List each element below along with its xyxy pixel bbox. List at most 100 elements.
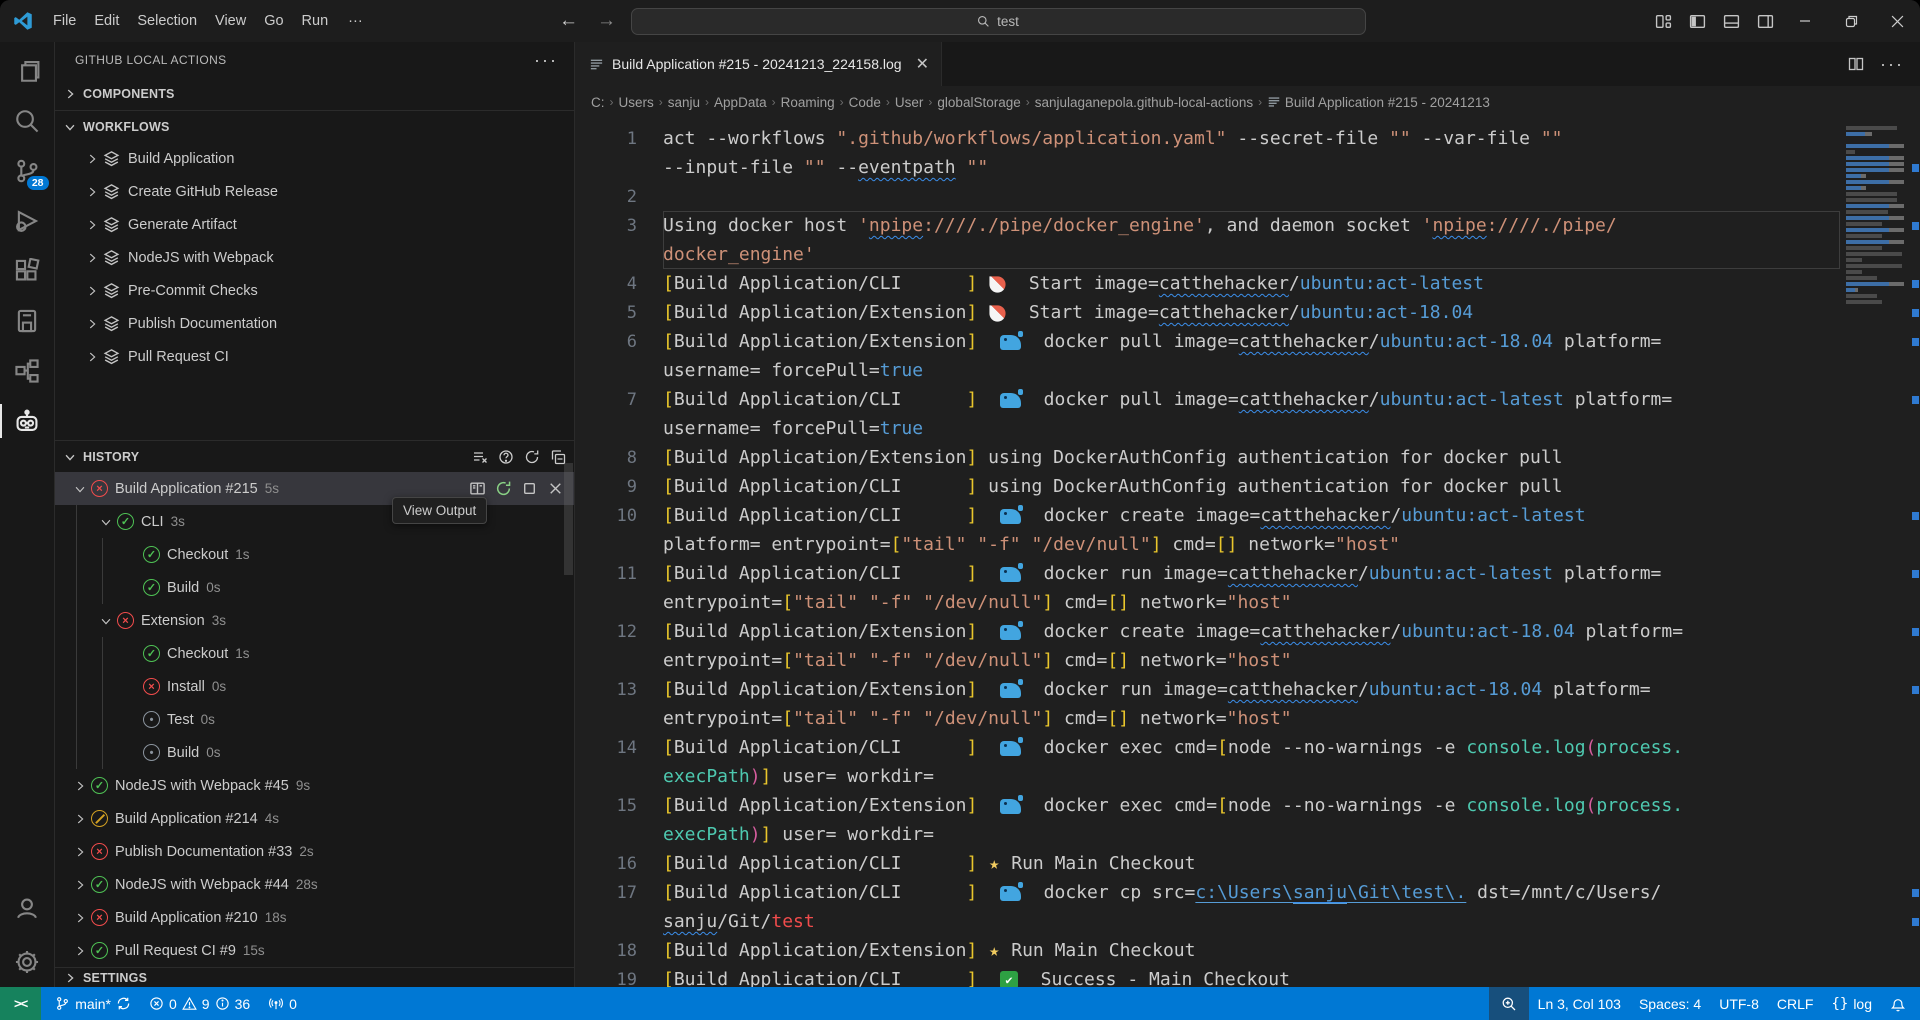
- workflow-item[interactable]: Pull Request CI: [55, 340, 574, 373]
- stop-icon[interactable]: [521, 480, 538, 497]
- toggle-sidebar-icon[interactable]: [1680, 6, 1714, 36]
- remote-indicator[interactable]: ><: [0, 987, 41, 1020]
- history-row[interactable]: ×Build Application #21018s: [55, 901, 574, 934]
- workflow-item[interactable]: Publish Documentation: [55, 307, 574, 340]
- workflow-item[interactable]: Pre-Commit Checks: [55, 274, 574, 307]
- encoding-status[interactable]: UTF-8: [1710, 987, 1768, 1020]
- file-path-link[interactable]: \Git\test\.: [1347, 882, 1466, 903]
- help-icon[interactable]: [498, 449, 514, 465]
- section-settings[interactable]: SETTINGS: [55, 967, 574, 987]
- activity-run-debug[interactable]: [0, 196, 55, 246]
- section-components[interactable]: COMPONENTS: [55, 78, 574, 110]
- command-center-search[interactable]: test: [631, 8, 1366, 35]
- breadcrumb-item[interactable]: sanju: [668, 95, 700, 110]
- activity-remote-explorer[interactable]: [0, 296, 55, 346]
- breadcrumb-item[interactable]: Code: [849, 95, 881, 110]
- menu-view[interactable]: View: [206, 8, 255, 34]
- history-row[interactable]: ✓CLI3s: [55, 505, 574, 538]
- history-row[interactable]: ✓NodeJS with Webpack #4428s: [55, 868, 574, 901]
- nav-back-icon[interactable]: ←: [555, 10, 583, 32]
- cursor-position[interactable]: Ln 3, Col 103: [1529, 987, 1630, 1020]
- menu-edit[interactable]: Edit: [85, 8, 128, 34]
- workflow-item[interactable]: Build Application: [55, 142, 574, 175]
- sidebar-more-actions-icon[interactable]: ···: [534, 50, 558, 71]
- refresh-icon[interactable]: [524, 449, 540, 465]
- chev-right-icon[interactable]: [69, 808, 91, 830]
- menu-file[interactable]: File: [44, 8, 85, 34]
- menu-run[interactable]: Run: [293, 8, 338, 34]
- workflow-item[interactable]: NodeJS with Webpack: [55, 241, 574, 274]
- breadcrumb-item[interactable]: C:: [591, 95, 605, 110]
- breadcrumb-item[interactable]: globalStorage: [937, 95, 1020, 110]
- nav-forward-icon[interactable]: →: [593, 10, 621, 32]
- clear-history-icon[interactable]: [472, 449, 488, 465]
- toggle-panel-icon[interactable]: [1714, 6, 1748, 36]
- tab-log-file[interactable]: Build Application #215 - 20241213_224158…: [575, 42, 942, 86]
- section-history[interactable]: HISTORY: [55, 440, 574, 472]
- activity-source-control[interactable]: 28: [0, 146, 55, 196]
- branch-status[interactable]: main*: [41, 987, 140, 1020]
- toggle-secondary-sidebar-icon[interactable]: [1748, 6, 1782, 36]
- history-row[interactable]: ×Extension3s: [55, 604, 574, 637]
- problems-status[interactable]: 0 9 36: [140, 987, 259, 1020]
- menu-more[interactable]: ···: [339, 8, 372, 34]
- notifications-bell-icon[interactable]: [1881, 987, 1920, 1020]
- chev-right-icon[interactable]: [69, 907, 91, 929]
- file-path-link[interactable]: sanju: [1293, 882, 1347, 904]
- close-window-button[interactable]: [1874, 0, 1920, 42]
- chev-down-icon[interactable]: [69, 478, 91, 500]
- ports-status[interactable]: 0: [259, 987, 306, 1020]
- history-row[interactable]: ✓Build0s: [55, 571, 574, 604]
- tab-close-icon[interactable]: ✕: [916, 54, 929, 74]
- zoom-indicator[interactable]: [1489, 987, 1529, 1020]
- menu-selection[interactable]: Selection: [128, 8, 206, 34]
- history-row[interactable]: ×Publish Documentation #332s: [55, 835, 574, 868]
- chev-right-icon[interactable]: [69, 874, 91, 896]
- breadcrumb-item[interactable]: sanjulaganepola.github-local-actions: [1035, 95, 1253, 110]
- activity-explorer[interactable]: [0, 46, 55, 96]
- rerun-icon[interactable]: [495, 480, 512, 497]
- eol-status[interactable]: CRLF: [1768, 987, 1823, 1020]
- minimap[interactable]: [1846, 126, 1904, 306]
- customize-layout-icon[interactable]: [1646, 6, 1680, 36]
- breadcrumb-item[interactable]: User: [895, 95, 924, 110]
- dismiss-icon[interactable]: [547, 480, 564, 497]
- sidebar-scrollbar[interactable]: [564, 463, 573, 575]
- editor-more-actions-icon[interactable]: ···: [1880, 54, 1904, 75]
- history-row[interactable]: Build Application #2144s: [55, 802, 574, 835]
- history-row[interactable]: ✓Checkout1s: [55, 538, 574, 571]
- breadcrumb-item[interactable]: Users: [619, 95, 654, 110]
- activity-accounts[interactable]: [0, 883, 55, 933]
- minimize-button[interactable]: [1782, 0, 1828, 42]
- view-output-icon[interactable]: [469, 480, 486, 497]
- history-row[interactable]: ✓Pull Request CI #915s: [55, 934, 574, 967]
- chev-down-icon[interactable]: [95, 511, 117, 533]
- chev-right-icon[interactable]: [69, 940, 91, 962]
- menu-go[interactable]: Go: [255, 8, 292, 34]
- history-row[interactable]: ✓Checkout1s: [55, 637, 574, 670]
- chev-down-icon[interactable]: [95, 610, 117, 632]
- activity-settings[interactable]: [0, 937, 55, 987]
- activity-extensions[interactable]: [0, 246, 55, 296]
- breadcrumb-item[interactable]: AppData: [714, 95, 767, 110]
- overview-ruler[interactable]: [1911, 118, 1920, 987]
- section-workflows[interactable]: WORKFLOWS: [55, 110, 574, 142]
- workflow-item[interactable]: Generate Artifact: [55, 208, 574, 241]
- history-row[interactable]: ×Build Application #2155s: [55, 472, 574, 505]
- activity-containers[interactable]: [0, 346, 55, 396]
- split-editor-icon[interactable]: [1848, 56, 1864, 72]
- history-row[interactable]: ✓NodeJS with Webpack #459s: [55, 769, 574, 802]
- chev-right-icon[interactable]: [69, 841, 91, 863]
- breadcrumb-item[interactable]: Build Application #215 - 20241213: [1267, 95, 1490, 110]
- history-row[interactable]: ×Install0s: [55, 670, 574, 703]
- workflow-item[interactable]: Create GitHub Release: [55, 175, 574, 208]
- indentation-status[interactable]: Spaces: 4: [1630, 987, 1710, 1020]
- activity-search[interactable]: [0, 96, 55, 146]
- history-row[interactable]: •Test0s: [55, 703, 574, 736]
- activity-github-local-actions[interactable]: [0, 396, 55, 446]
- restore-button[interactable]: [1828, 0, 1874, 42]
- breadcrumb-item[interactable]: Roaming: [781, 95, 835, 110]
- file-path-link[interactable]: c:\Users\: [1195, 882, 1293, 903]
- language-mode[interactable]: {} log: [1822, 987, 1881, 1020]
- history-row[interactable]: •Build0s: [55, 736, 574, 769]
